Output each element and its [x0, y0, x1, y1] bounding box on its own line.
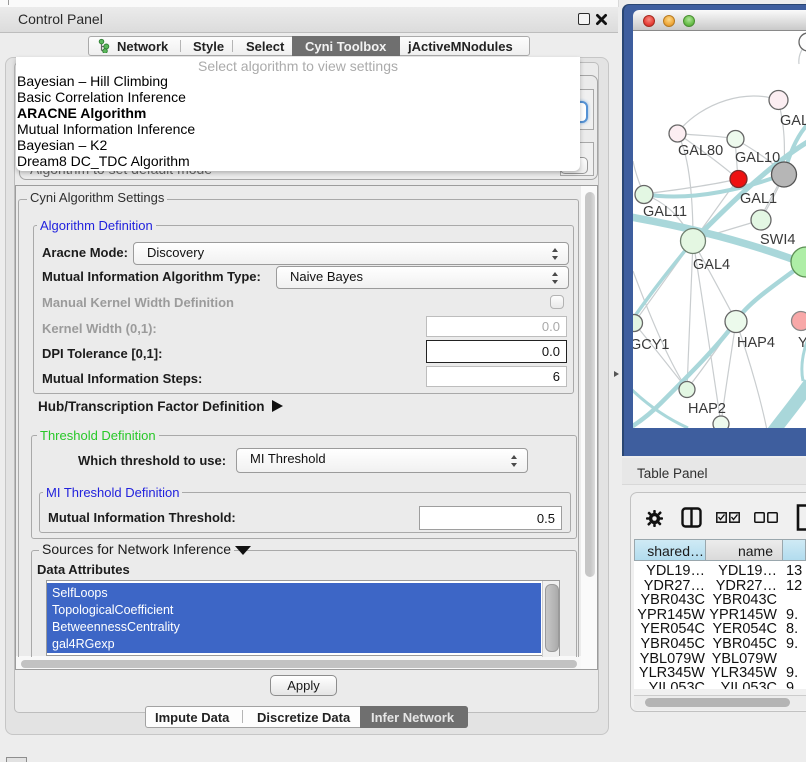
svg-text:GAL: GAL [780, 113, 806, 129]
svg-text:GAL11: GAL11 [643, 204, 687, 220]
svg-text:GAL80: GAL80 [678, 143, 723, 159]
svg-text:SWI4: SWI4 [760, 232, 795, 248]
svg-text:HAP2: HAP2 [688, 401, 726, 417]
svg-text:GAL1: GAL1 [740, 191, 777, 207]
svg-text:HAP4: HAP4 [737, 335, 775, 351]
svg-text:Y: Y [798, 335, 806, 351]
svg-text:GCY1: GCY1 [633, 337, 670, 353]
svg-text:GAL10: GAL10 [735, 150, 780, 166]
svg-text:GAL4: GAL4 [693, 257, 730, 273]
